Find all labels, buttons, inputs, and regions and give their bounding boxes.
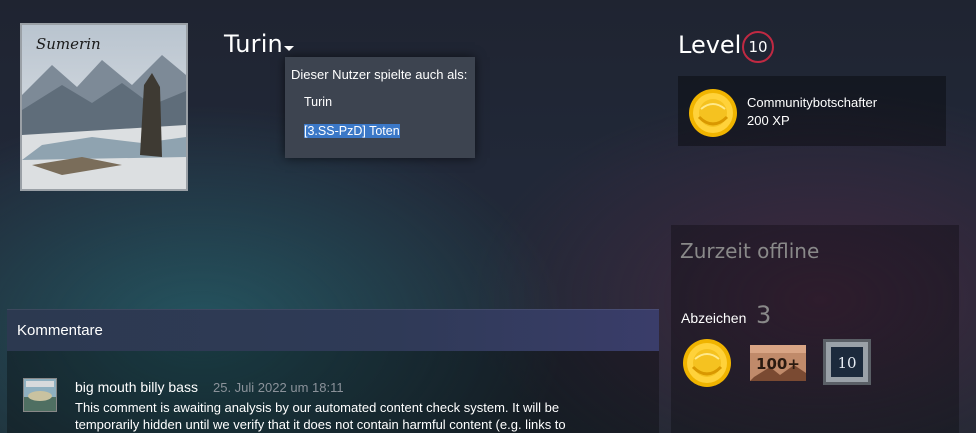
persona-name: Turin bbox=[224, 30, 283, 58]
favorite-badge[interactable]: Communitybotschafter 200 XP bbox=[678, 76, 946, 146]
comment-timestamp: 25. Juli 2022 um 18:11 bbox=[213, 380, 344, 395]
comments-header: Kommentare bbox=[7, 309, 659, 351]
alias-popup-title: Dieser Nutzer spielte auch als: bbox=[291, 67, 468, 82]
comments-list: big mouth billy bass 25. Juli 2022 um 18… bbox=[7, 351, 659, 433]
comment-author-avatar[interactable] bbox=[23, 378, 57, 412]
alias-item-label: [3.SS-PzD] Toten bbox=[304, 124, 400, 138]
badge-community-ambassador[interactable] bbox=[681, 337, 733, 394]
alias-item-label: Turin bbox=[304, 95, 333, 109]
comments-title: Kommentare bbox=[17, 322, 103, 339]
alias-dropdown-arrow-icon[interactable] bbox=[284, 46, 294, 51]
years-of-service-badge-icon: 10 bbox=[823, 339, 871, 389]
online-status: Zurzeit offline bbox=[680, 239, 820, 263]
badge-100-plus[interactable]: 100+ bbox=[750, 343, 806, 388]
alias-popup: Dieser Nutzer spielte auch als: Turin [3… bbox=[285, 57, 475, 158]
svg-text:Sumerin: Sumerin bbox=[36, 35, 101, 53]
badge-100-plus-label: 100+ bbox=[756, 355, 800, 373]
favorite-badge-name: Communitybotschafter bbox=[747, 95, 878, 110]
gold-coin-icon bbox=[687, 87, 739, 144]
profile-right-column: Zurzeit offline Abzeichen 3 100+ 10 bbox=[671, 225, 959, 433]
favorite-badge-xp: 200 XP bbox=[747, 113, 790, 128]
badges-link[interactable]: Abzeichen bbox=[681, 310, 746, 326]
badge-years-label: 10 bbox=[837, 354, 856, 372]
badge-years-of-service[interactable]: 10 bbox=[823, 339, 871, 390]
level-label: Level bbox=[678, 31, 742, 59]
level-badge[interactable]: 10 bbox=[742, 31, 774, 63]
alias-item-selected: [3.SS-PzD] Toten bbox=[304, 124, 400, 138]
profile-avatar: Sumerin bbox=[20, 23, 188, 191]
100-plus-badge-icon: 100+ bbox=[750, 345, 806, 387]
comment-text: This comment is awaiting analysis by our… bbox=[75, 400, 566, 432]
comment-author-link[interactable]: big mouth billy bass bbox=[75, 379, 198, 395]
badges-count[interactable]: 3 bbox=[756, 301, 771, 329]
alias-item: Turin bbox=[304, 95, 332, 109]
gold-coin-icon bbox=[681, 339, 733, 393]
